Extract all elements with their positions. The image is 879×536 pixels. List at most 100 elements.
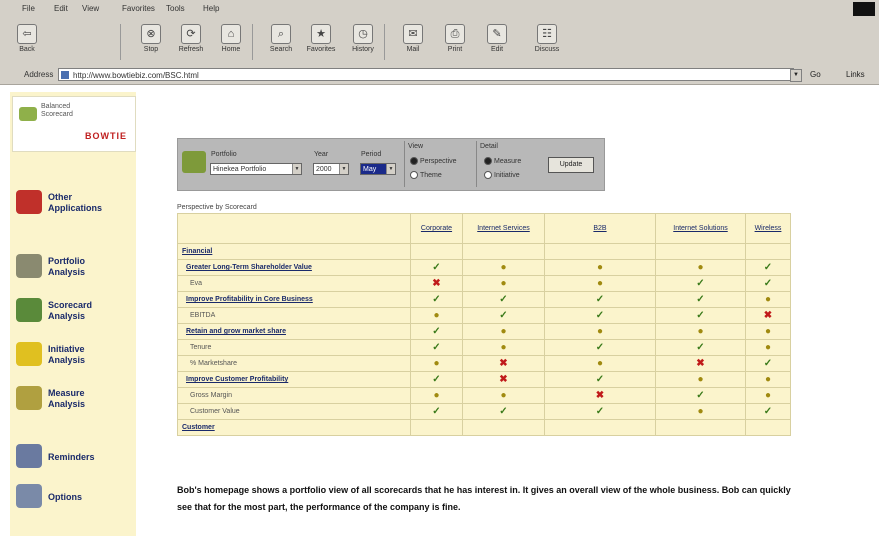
portfolio-select[interactable]: Hinekea Portfolio ▼ <box>210 163 302 175</box>
refresh-button[interactable]: ⟳ Refresh <box>172 22 210 62</box>
sidebar-item-options[interactable]: Options <box>16 480 134 520</box>
good-check-icon[interactable]: ✓ <box>745 275 791 292</box>
bad-x-icon[interactable]: ✖ <box>655 355 746 372</box>
good-check-icon[interactable]: ✓ <box>655 307 746 324</box>
edit-button[interactable]: ✎ Edit <box>478 22 516 62</box>
bad-x-icon[interactable]: ✖ <box>462 355 545 372</box>
history-button[interactable]: ◷ History <box>344 22 382 62</box>
sidebar-item-measure-analysis[interactable]: Measure Analysis <box>16 382 134 422</box>
good-check-icon[interactable]: ✓ <box>655 339 746 356</box>
menu-file[interactable]: File <box>22 4 35 13</box>
good-check-icon[interactable]: ✓ <box>462 403 545 420</box>
caution-dot-icon[interactable]: ● <box>745 387 791 404</box>
bad-x-icon[interactable]: ✖ <box>745 307 791 324</box>
menu-edit[interactable]: Edit <box>54 4 68 13</box>
caution-dot-icon[interactable]: ● <box>462 275 545 292</box>
links-button[interactable]: Links <box>846 70 865 79</box>
good-check-icon[interactable]: ✓ <box>544 403 656 420</box>
sidebar-item-reminders[interactable]: Reminders <box>16 440 134 480</box>
empty-cell <box>544 243 656 260</box>
good-check-icon[interactable]: ✓ <box>745 259 791 276</box>
detail-initiative-radio[interactable]: Initiative <box>484 171 520 179</box>
good-check-icon[interactable]: ✓ <box>745 355 791 372</box>
objective-name[interactable]: Greater Long-Term Shareholder Value <box>177 259 411 276</box>
address-dropdown-icon[interactable]: ▼ <box>790 69 802 82</box>
perspective-name[interactable]: Customer <box>177 419 411 436</box>
update-button[interactable]: Update <box>548 157 594 173</box>
good-check-icon[interactable]: ✓ <box>544 339 656 356</box>
caution-dot-icon[interactable]: ● <box>655 371 746 388</box>
objective-name[interactable]: Improve Profitability in Core Business <box>177 291 411 308</box>
view-theme-radio[interactable]: Theme <box>410 171 442 179</box>
caution-dot-icon[interactable]: ● <box>745 291 791 308</box>
good-check-icon[interactable]: ✓ <box>462 307 545 324</box>
good-check-icon[interactable]: ✓ <box>410 259 463 276</box>
sidebar-item-other-applications[interactable]: Other Applications <box>16 186 134 226</box>
sidebar-item-portfolio-analysis[interactable]: Portfolio Analysis <box>16 250 134 290</box>
caution-dot-icon[interactable]: ● <box>462 259 545 276</box>
good-check-icon[interactable]: ✓ <box>544 291 656 308</box>
bad-x-icon[interactable]: ✖ <box>410 275 463 292</box>
good-check-icon[interactable]: ✓ <box>410 339 463 356</box>
print-button[interactable]: ⎙ Print <box>436 22 474 62</box>
column-header-wireless[interactable]: Wireless <box>745 213 791 244</box>
good-check-icon[interactable]: ✓ <box>410 371 463 388</box>
good-check-icon[interactable]: ✓ <box>655 275 746 292</box>
menu-favorites[interactable]: Favorites <box>122 4 155 13</box>
good-check-icon[interactable]: ✓ <box>462 291 545 308</box>
good-check-icon[interactable]: ✓ <box>410 403 463 420</box>
menu-help[interactable]: Help <box>203 4 219 13</box>
caution-dot-icon[interactable]: ● <box>410 387 463 404</box>
bad-x-icon[interactable]: ✖ <box>544 387 656 404</box>
caution-dot-icon[interactable]: ● <box>655 259 746 276</box>
objective-name[interactable]: Retain and grow market share <box>177 323 411 340</box>
search-button[interactable]: ⌕ Search <box>262 22 300 62</box>
good-check-icon[interactable]: ✓ <box>410 323 463 340</box>
view-perspective-radio[interactable]: Perspective <box>410 157 457 165</box>
caution-dot-icon[interactable]: ● <box>655 403 746 420</box>
mail-button[interactable]: ✉ Mail <box>394 22 432 62</box>
detail-measure-radio[interactable]: Measure <box>484 157 521 165</box>
column-header-corporate[interactable]: Corporate <box>410 213 463 244</box>
caution-dot-icon[interactable]: ● <box>462 387 545 404</box>
bad-x-icon[interactable]: ✖ <box>462 371 545 388</box>
good-check-icon[interactable]: ✓ <box>655 291 746 308</box>
caution-dot-icon[interactable]: ● <box>410 355 463 372</box>
menu-view[interactable]: View <box>82 4 99 13</box>
back-button[interactable]: ⇦ Back <box>8 22 46 62</box>
caution-dot-icon[interactable]: ● <box>410 307 463 324</box>
sidebar-item-scorecard-analysis[interactable]: Scorecard Analysis <box>16 294 134 334</box>
good-check-icon[interactable]: ✓ <box>655 387 746 404</box>
caution-dot-icon[interactable]: ● <box>745 339 791 356</box>
column-header-b2b[interactable]: B2B <box>544 213 656 244</box>
caution-dot-icon[interactable]: ● <box>544 355 656 372</box>
column-header-internet-solutions[interactable]: Internet Solutions <box>655 213 746 244</box>
good-check-icon[interactable]: ✓ <box>544 307 656 324</box>
objective-name[interactable]: Improve Customer Profitability <box>177 371 411 388</box>
stop-button[interactable]: ⊗ Stop <box>132 22 170 62</box>
sidebar-item-initiative-analysis[interactable]: Initiative Analysis <box>16 338 134 378</box>
caution-dot-icon[interactable]: ● <box>544 259 656 276</box>
go-button[interactable]: Go <box>810 70 821 79</box>
perspective-name[interactable]: Financial <box>177 243 411 260</box>
home-button[interactable]: ⌂ Home <box>212 22 250 62</box>
favorites-button[interactable]: ★ Favorites <box>302 22 340 62</box>
good-check-icon[interactable]: ✓ <box>745 403 791 420</box>
balanced-scorecard-logo[interactable]: Balanced Scorecard BOWTIE <box>12 96 136 152</box>
caution-dot-icon[interactable]: ● <box>655 323 746 340</box>
caution-dot-icon[interactable]: ● <box>745 323 791 340</box>
column-header-internet-services[interactable]: Internet Services <box>462 213 545 244</box>
measure-name: Customer Value <box>177 403 411 420</box>
caution-dot-icon[interactable]: ● <box>745 371 791 388</box>
year-select[interactable]: 2000 ▼ <box>313 163 349 175</box>
caution-dot-icon[interactable]: ● <box>462 323 545 340</box>
discuss-button[interactable]: ☷ Discuss <box>528 22 566 62</box>
caution-dot-icon[interactable]: ● <box>544 323 656 340</box>
menu-tools[interactable]: Tools <box>166 4 185 13</box>
good-check-icon[interactable]: ✓ <box>410 291 463 308</box>
caution-dot-icon[interactable]: ● <box>462 339 545 356</box>
good-check-icon[interactable]: ✓ <box>544 371 656 388</box>
address-input[interactable]: http://www.bowtiebiz.com/BSC.html <box>58 68 794 81</box>
period-select[interactable]: May ▼ <box>360 163 396 175</box>
caution-dot-icon[interactable]: ● <box>544 275 656 292</box>
